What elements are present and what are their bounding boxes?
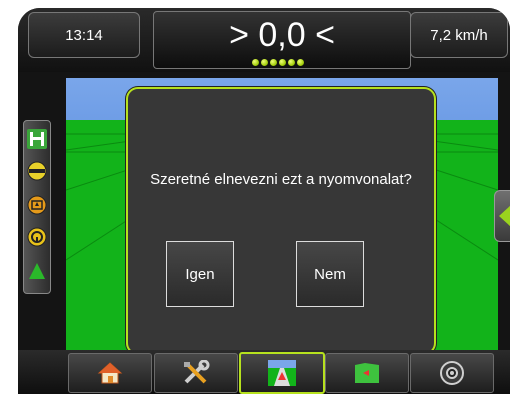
tools-button[interactable]: [154, 353, 238, 393]
cross-track-value: > 0,0 <: [229, 16, 335, 54]
no-button[interactable]: Nem: [296, 241, 364, 307]
lightbar-led: [297, 59, 304, 66]
guidance-view-icon: [268, 360, 296, 386]
status-bar: 13:14 > 0,0 < 7,2 km/h: [18, 8, 510, 72]
lightbar-led: [270, 59, 277, 66]
lightbar-led: [279, 59, 286, 66]
tools-icon: [184, 360, 210, 384]
dialog-question: Szeretné elnevezni ezt a nyomvonalat?: [150, 171, 412, 188]
bottom-nav: [18, 350, 510, 394]
device-screen: 13:14 > 0,0 < 7,2 km/h Szeretné elnevezn…: [18, 8, 510, 394]
left-toolbar: [23, 120, 51, 294]
home-icon: [97, 362, 123, 384]
home-button[interactable]: [68, 353, 152, 393]
swath-line-icon[interactable]: [27, 161, 47, 181]
lightbar-led: [261, 59, 268, 66]
guidance-view-button[interactable]: [239, 352, 325, 394]
lightbar-led: [288, 59, 295, 66]
expand-left-arrow-icon: [499, 205, 510, 227]
speed-readout: 7,2 km/h: [410, 12, 508, 58]
cross-track-display: > 0,0 <: [153, 11, 411, 69]
marker-icon[interactable]: [27, 195, 47, 215]
right-panel-tab[interactable]: [494, 190, 510, 242]
guidance-mode-icon[interactable]: [27, 129, 47, 149]
field-map-button[interactable]: [325, 353, 409, 393]
name-track-dialog: Szeretné elnevezni ezt a nyomvonalat? Ig…: [126, 87, 436, 355]
steering-icon[interactable]: [27, 227, 47, 247]
clock: 13:14: [28, 12, 140, 58]
yes-button[interactable]: Igen: [166, 241, 234, 307]
field-map-icon: [355, 363, 379, 383]
lightbar: [252, 59, 304, 66]
gauge-button[interactable]: [410, 353, 494, 393]
lightbar-led: [252, 59, 259, 66]
gauge-icon: [440, 361, 464, 385]
implement-icon[interactable]: [27, 261, 47, 281]
